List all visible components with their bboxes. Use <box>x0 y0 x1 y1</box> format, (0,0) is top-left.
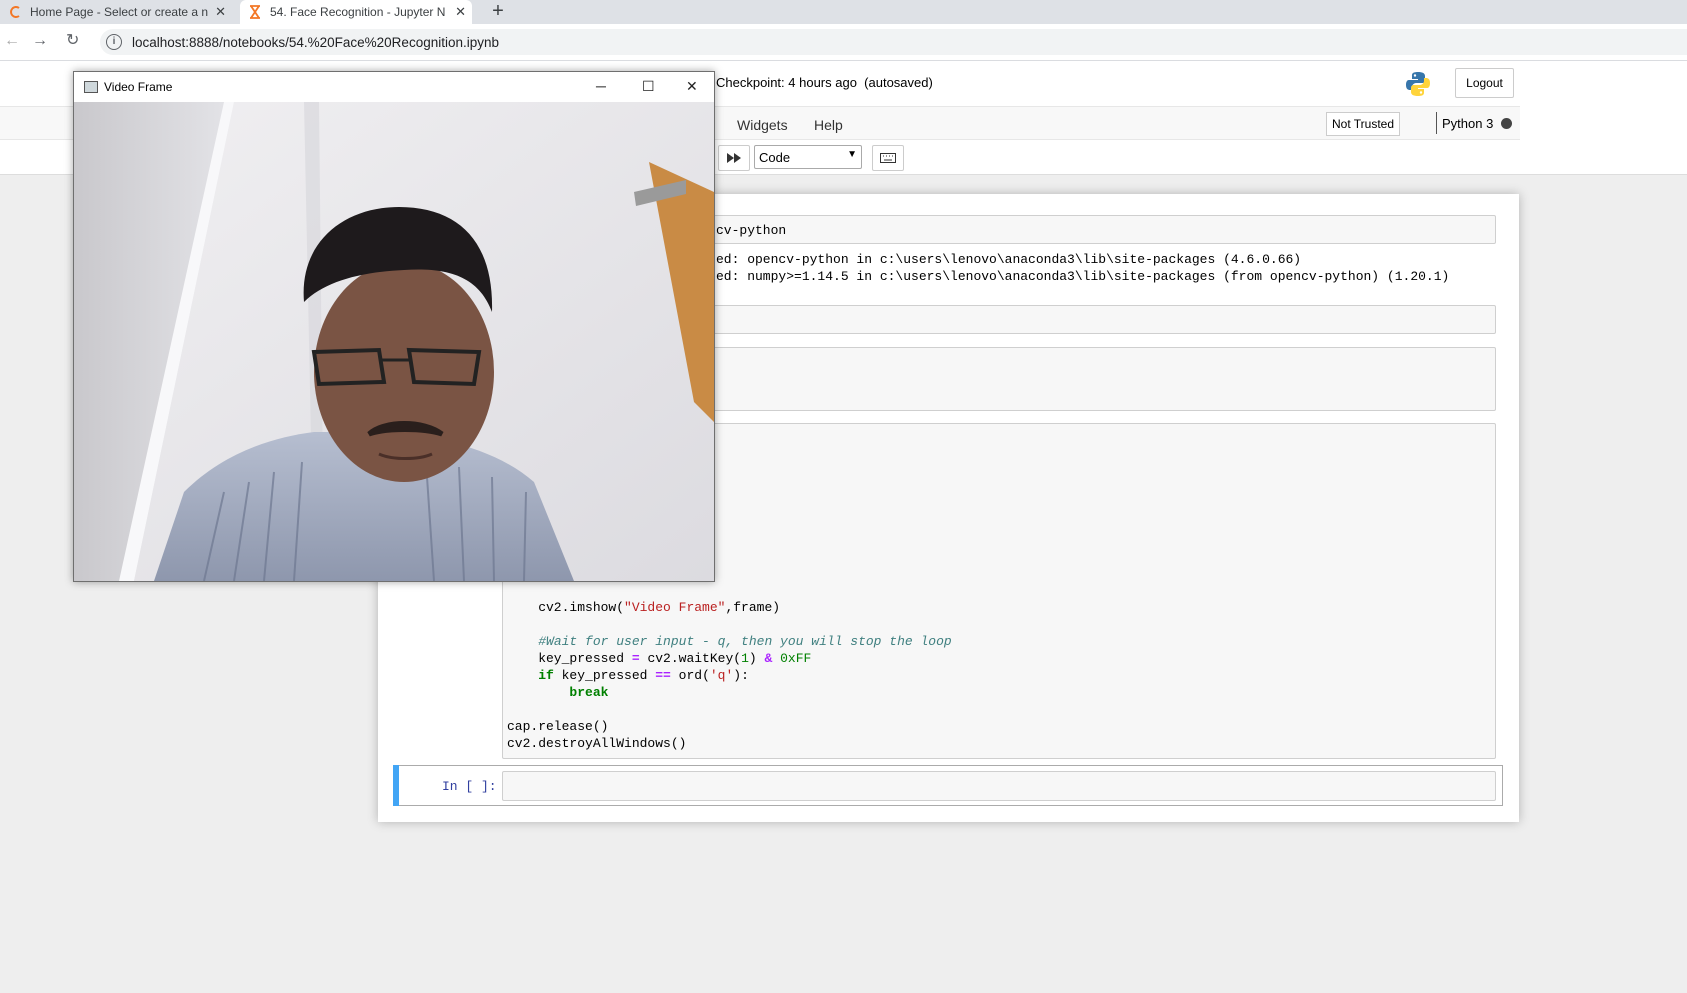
video-frame-window[interactable]: Video Frame ─ ☐ ✕ <box>73 71 715 582</box>
back-arrow-icon[interactable]: ← <box>4 32 20 50</box>
window-title-bar[interactable]: Video Frame ─ ☐ ✕ <box>74 72 714 102</box>
empty-cell-input[interactable] <box>502 771 1496 801</box>
autosaved-text: (autosaved) <box>864 75 933 90</box>
reload-icon[interactable]: ↻ <box>66 32 79 50</box>
code-cell-4-text: cv2.imshow("Video Frame",frame) #Wait fo… <box>507 600 952 751</box>
checkpoint-status: Checkpoint: 4 hours ago (autosaved) <box>716 75 933 90</box>
keyboard-icon[interactable] <box>872 145 904 171</box>
cell-prompt: In [ ]: <box>442 779 497 794</box>
address-bar: ← → ↻ i localhost:8888/notebooks/54.%20F… <box>0 24 1687 61</box>
info-icon[interactable]: i <box>106 34 122 50</box>
tab-face-recognition[interactable]: 54. Face Recognition - Jupyter N ✕ <box>240 0 472 24</box>
cell-1-output-line-2: ed: numpy>=1.14.5 in c:\users\lenovo\ana… <box>716 269 1450 284</box>
python-logo-icon <box>1404 70 1432 98</box>
opencv-logo-icon <box>8 5 22 19</box>
close-icon[interactable]: ✕ <box>215 4 226 20</box>
logout-button[interactable]: Logout <box>1455 68 1514 98</box>
not-trusted-button[interactable]: Not Trusted <box>1326 112 1400 136</box>
minimize-icon[interactable]: ─ <box>596 78 606 94</box>
cell-type-select[interactable]: Code ▼ <box>754 145 862 169</box>
fast-forward-icon[interactable] <box>718 145 750 171</box>
chevron-down-icon: ▼ <box>847 149 857 160</box>
browser-tab-bar: Home Page - Select or create a n ✕ 54. F… <box>0 0 1687 24</box>
hourglass-icon <box>248 5 262 19</box>
tab-label: Home Page - Select or create a n <box>30 5 209 19</box>
webcam-image <box>74 102 714 581</box>
tab-label: 54. Face Recognition - Jupyter N <box>270 5 446 19</box>
webcam-frame <box>74 102 714 581</box>
window-app-icon <box>84 81 98 93</box>
cell-selection-bar <box>393 765 399 806</box>
plus-icon[interactable]: + <box>488 0 508 24</box>
window-title: Video Frame <box>104 80 173 94</box>
menu-help[interactable]: Help <box>814 117 843 133</box>
tab-home-page[interactable]: Home Page - Select or create a n ✕ <box>0 0 232 24</box>
close-icon[interactable]: ✕ <box>455 4 466 20</box>
cell-type-value: Code <box>759 149 791 165</box>
cell-1-output-line-1: ed: opencv-python in c:\users\lenovo\ana… <box>716 252 1302 267</box>
kernel-indicator: Python 3 <box>1436 112 1513 134</box>
maximize-icon[interactable]: ☐ <box>642 78 655 95</box>
checkpoint-text: Checkpoint: 4 hours ago <box>716 75 857 90</box>
url-text: localhost:8888/notebooks/54.%20Face%20Re… <box>132 34 500 50</box>
url-field[interactable]: i localhost:8888/notebooks/54.%20Face%20… <box>100 29 1687 55</box>
forward-arrow-icon[interactable]: → <box>32 32 48 50</box>
menu-widgets[interactable]: Widgets <box>737 117 788 133</box>
close-icon[interactable]: ✕ <box>686 78 698 95</box>
cell-1-input-text: cv-python <box>716 223 787 238</box>
kernel-status-icon <box>1501 117 1513 129</box>
kernel-name: Python 3 <box>1442 115 1494 131</box>
